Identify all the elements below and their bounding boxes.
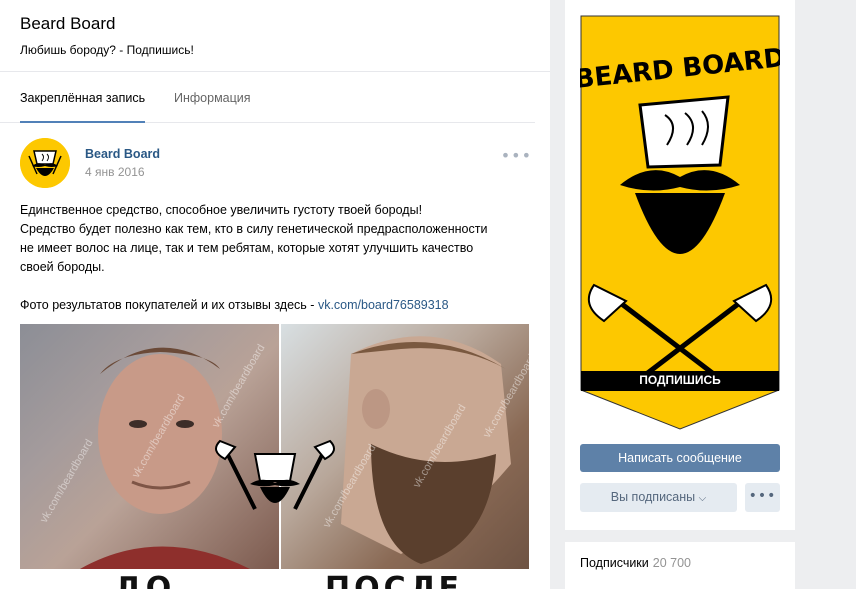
group-header: Beard Board Любишь бороду? - Подпишись! xyxy=(0,0,550,72)
chevron-down-icon: ⌵ xyxy=(698,493,707,504)
post-photo[interactable]: vk.com/beardboard vk.com/beardboard vk.c… xyxy=(20,324,529,589)
cover-subscribe-text: ПОДПИШИСЬ xyxy=(639,373,721,387)
post-text-line: Единственное средство, способное увеличи… xyxy=(20,203,423,217)
send-message-button[interactable]: Написать сообщение xyxy=(580,444,780,472)
group-status: Любишь бороду? - Подпишись! xyxy=(20,43,194,57)
post-header: Beard Board 4 янв 2016 ••• xyxy=(20,138,532,190)
subscribers-count: 20 700 xyxy=(652,556,691,570)
post-author[interactable]: Beard Board xyxy=(85,147,160,161)
tab-info[interactable]: Информация xyxy=(174,73,251,123)
post-text-line: не имеет волос на лице, так и тем ребята… xyxy=(20,241,474,255)
post-link[interactable]: vk.com/board76589318 xyxy=(318,298,449,312)
post-text-line: своей бороды. xyxy=(20,260,105,274)
caption-after: ПОСЛЕ xyxy=(325,571,464,589)
caption-before: ДО xyxy=(115,571,176,589)
beard-board-logo-icon xyxy=(215,439,335,510)
sidebar: BEARD BOARD ПОДПИШИСЬ Написать сообщение… xyxy=(565,0,795,530)
more-horizontal-icon[interactable]: ••• xyxy=(501,146,532,165)
more-actions-button[interactable]: ••• xyxy=(745,483,780,512)
post-text-line: Средство будет полезно как тем, кто в си… xyxy=(20,222,488,236)
tab-bar: Закреплённая запись Информация xyxy=(0,73,535,123)
group-title: Beard Board xyxy=(20,14,116,33)
main-column: Beard Board Любишь бороду? - Подпишись! … xyxy=(0,0,550,589)
subscribers-label: Подписчики xyxy=(580,556,649,570)
group-cover[interactable]: BEARD BOARD ПОДПИШИСЬ xyxy=(573,15,787,430)
subscribed-button[interactable]: Вы подписаны ⌵ xyxy=(580,483,737,512)
post-text: Единственное средство, способное увеличи… xyxy=(20,201,530,315)
post-link-line: Фото результатов покупателей и их отзывы… xyxy=(20,296,530,315)
avatar[interactable] xyxy=(20,138,70,188)
subscribed-label: Вы подписаны xyxy=(610,490,696,504)
post-date[interactable]: 4 янв 2016 xyxy=(85,165,145,179)
subscribers-block: Подписчики 20 700 xyxy=(565,542,795,589)
tab-pinned-post[interactable]: Закреплённая запись xyxy=(20,73,146,123)
subscribers-header[interactable]: Подписчики 20 700 xyxy=(580,556,691,570)
post-link-prefix: Фото результатов покупателей и их отзывы… xyxy=(20,298,318,312)
